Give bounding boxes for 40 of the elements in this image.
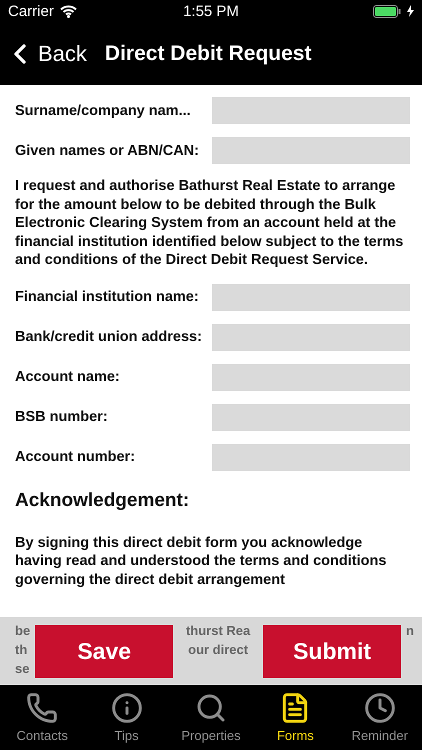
input-field[interactable] (212, 404, 410, 430)
covered-text: thurst Rea (186, 622, 250, 640)
tab-item[interactable]: Tips (84, 692, 169, 743)
phone-icon (26, 692, 58, 724)
covered-text: se (15, 660, 30, 678)
carrier-name: Carrier (8, 2, 54, 20)
tab-item[interactable]: Reminder (338, 692, 422, 743)
wifi-icon (60, 4, 77, 18)
clock-icon (364, 692, 396, 724)
field-label: Account number: (15, 448, 136, 466)
covered-text: n (406, 622, 414, 640)
tab-item[interactable]: Forms (253, 692, 338, 743)
battery-icon (373, 4, 401, 18)
search-icon (194, 692, 227, 724)
screen-title: Direct Debit Request (104, 42, 312, 66)
field-label: Bank/credit union address: (15, 328, 203, 346)
acknowledgement-text: By signing this direct debit form you acknowledge having read and understood the terms and conditions governing the direct debit arrangement (15, 534, 388, 589)
input-field[interactable] (212, 324, 410, 350)
input-field[interactable] (212, 444, 410, 470)
submit-button[interactable]: Submit (263, 625, 402, 678)
field-label: BSB number: (15, 408, 109, 426)
input-field[interactable] (212, 364, 410, 390)
field-label: Surname/company nam... (15, 102, 192, 120)
input-field[interactable] (212, 97, 410, 124)
input-field[interactable] (212, 284, 410, 310)
info-icon (110, 692, 143, 724)
status-time: 1:55 PM (183, 2, 239, 20)
covered-text: th (15, 641, 28, 659)
back-button[interactable]: Back (0, 38, 87, 70)
field-label: Financial institution name: (15, 288, 200, 306)
field-label: Account name: (15, 368, 121, 386)
tab-item[interactable]: Contacts (0, 692, 84, 743)
section-heading: Acknowledgement: (15, 490, 190, 512)
tab-item[interactable]: Properties (168, 692, 253, 743)
authorisation-text: I request and authorise Bathurst Real Estate to arrange for the amount below to be debited through the Bulk Electronic Clearing System from an account held at the financial institution identified below subject to the terms and conditions of the Direct Debit Request Service. (15, 177, 404, 270)
covered-text: our direct (188, 641, 248, 659)
field-label: Given names or ABN/CAN: (15, 142, 200, 160)
covered-text: be (15, 622, 30, 640)
save-button[interactable]: Save (35, 625, 174, 678)
input-field[interactable] (212, 137, 410, 164)
